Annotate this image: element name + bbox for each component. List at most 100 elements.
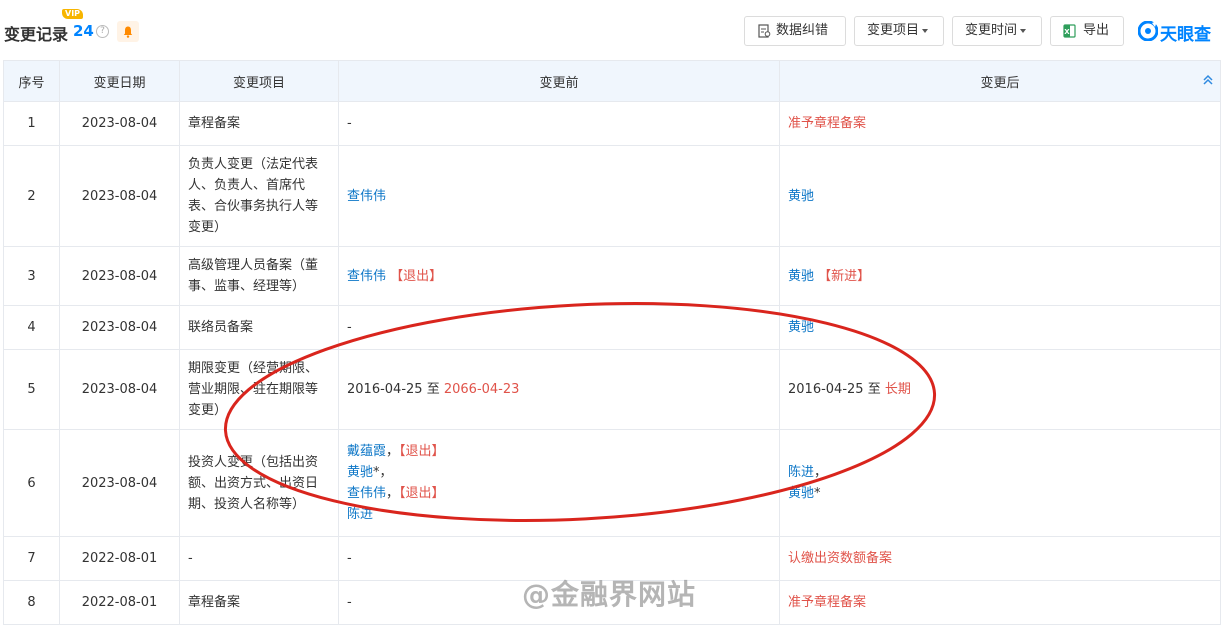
row-item: 投资人变更（包括出资额、出资方式、出资日期、投资人名称等） — [179, 429, 339, 537]
investor-line: 戴蕴霞，【退出】 — [347, 441, 771, 462]
change-time-label: 变更时间 — [965, 23, 1018, 38]
row-item: 章程备案 — [179, 580, 339, 625]
row-after: 准予章程备案 — [779, 580, 1221, 625]
row-before: 戴蕴霞，【退出】 黄驰*， 查伟伟，【退出】 陈进 — [338, 429, 780, 537]
col-header-date: 变更日期 — [59, 60, 180, 102]
table-row: 2 2023-08-04 负责人变更（法定代表人、负责人、首席代表、合伙事务执行… — [3, 145, 1221, 247]
row-item: - — [179, 536, 339, 581]
person-link[interactable]: 黄驰 — [788, 486, 814, 501]
row-date: 2023-08-04 — [59, 145, 180, 247]
row-index: 3 — [3, 246, 60, 306]
weibo-watermark: @金融界网站 — [522, 578, 697, 611]
row-date: 2023-08-04 — [59, 246, 180, 306]
col-header-before: 变更前 — [338, 60, 780, 102]
row-index: 4 — [3, 305, 60, 350]
investor-line: 陈进， — [788, 462, 1212, 483]
row-date: 2023-08-04 — [59, 429, 180, 537]
svg-text:X: X — [1064, 28, 1070, 36]
section-title: 变更记录 — [4, 25, 69, 44]
person-link[interactable]: 黄驰 — [788, 189, 814, 204]
row-date: 2023-08-04 — [59, 305, 180, 350]
vip-badge: VIP — [62, 9, 84, 19]
bell-icon[interactable] — [117, 21, 139, 42]
separator: * — [814, 486, 821, 501]
chevron-down-icon — [922, 28, 929, 33]
table-header-row: 序号 变更日期 变更项目 变更前 变更后 — [3, 60, 1221, 102]
help-icon[interactable]: ? — [96, 25, 109, 38]
person-link[interactable]: 查伟伟 — [347, 486, 386, 501]
record-count: 24 — [73, 22, 94, 40]
separator: ， — [814, 465, 828, 480]
period-end: 2066-04-23 — [443, 382, 520, 397]
row-item: 高级管理人员备案（董事、监事、经理等） — [179, 246, 339, 306]
chevron-down-icon — [1020, 28, 1027, 33]
row-item: 负责人变更（法定代表人、负责人、首席代表、合伙事务执行人等变更） — [179, 145, 339, 247]
person-link[interactable]: 黄驰 — [347, 465, 373, 480]
person-link[interactable]: 查伟伟 — [347, 189, 386, 204]
row-item: 联络员备案 — [179, 305, 339, 350]
row-before: - — [338, 305, 780, 350]
row-date: 2022-08-01 — [59, 580, 180, 625]
row-date: 2023-08-04 — [59, 349, 180, 430]
row-index: 1 — [3, 101, 60, 146]
eye-logo-icon — [1138, 21, 1158, 41]
row-after: 准予章程备案 — [779, 101, 1221, 146]
person-link[interactable]: 黄驰 — [788, 269, 814, 284]
change-item-dropdown[interactable]: 变更项目 — [854, 16, 944, 46]
collapse-up-icon[interactable] — [1202, 74, 1214, 86]
document-edit-icon — [758, 24, 771, 38]
separator: ， — [386, 444, 400, 459]
row-date: 2023-08-04 — [59, 101, 180, 146]
row-after: 陈进， 黄驰* — [779, 429, 1221, 537]
row-before: - — [338, 101, 780, 146]
period-end: 长期 — [884, 382, 911, 397]
separator: ， — [386, 486, 400, 501]
investor-line: 陈进 — [347, 504, 771, 525]
row-index: 5 — [3, 349, 60, 430]
period-sep: 至 — [867, 382, 881, 397]
person-link[interactable]: 陈进 — [788, 465, 814, 480]
table-row: 5 2023-08-04 期限变更（经营期限、营业期限、驻在期限等变更） 201… — [3, 349, 1221, 430]
section-header: 变更记录 VIP 24 ? 数据纠错 变更项目 变更时间 X 导出 天眼查 — [0, 0, 1230, 60]
row-index: 6 — [3, 429, 60, 537]
export-button[interactable]: X 导出 — [1050, 16, 1124, 46]
col-header-after-label: 变更后 — [980, 75, 1020, 91]
table-row: 3 2023-08-04 高级管理人员备案（董事、监事、经理等） 查伟伟 【退出… — [3, 246, 1221, 306]
change-item-label: 变更项目 — [867, 23, 920, 38]
change-time-dropdown[interactable]: 变更时间 — [952, 16, 1042, 46]
exit-tag: 【退出】 — [390, 268, 443, 284]
investor-line: 查伟伟，【退出】 — [347, 483, 771, 504]
excel-icon: X — [1063, 24, 1076, 38]
exit-tag: 【退出】 — [399, 444, 445, 459]
table-row: 1 2023-08-04 章程备案 - 准予章程备案 — [3, 101, 1221, 146]
person-link[interactable]: 查伟伟 — [347, 269, 386, 284]
period-start: 2016-04-25 — [788, 382, 864, 397]
change-records-table: 序号 变更日期 变更项目 变更前 变更后 1 2023-08-04 章程备案 -… — [3, 60, 1221, 625]
table-row: 6 2023-08-04 投资人变更（包括出资额、出资方式、出资日期、投资人名称… — [3, 429, 1221, 537]
table-row: 4 2023-08-04 联络员备案 - 黄驰 — [3, 305, 1221, 350]
period-start: 2016-04-25 — [347, 382, 423, 397]
period-sep: 至 — [426, 382, 440, 397]
exit-tag: 【退出】 — [399, 486, 445, 501]
new-tag: 【新进】 — [818, 268, 871, 284]
row-date: 2022-08-01 — [59, 536, 180, 581]
person-link[interactable]: 黄驰 — [788, 320, 814, 335]
person-link[interactable]: 戴蕴霞 — [347, 444, 386, 459]
col-header-after: 变更后 — [779, 60, 1221, 102]
export-label: 导出 — [1083, 23, 1110, 38]
brand-name: 天眼查 — [1160, 25, 1211, 45]
data-correction-label: 数据纠错 — [776, 23, 829, 38]
investor-line: 黄驰*， — [347, 462, 771, 483]
row-index: 7 — [3, 536, 60, 581]
row-item: 期限变更（经营期限、营业期限、驻在期限等变更） — [179, 349, 339, 430]
separator: *， — [373, 465, 393, 480]
investor-line: 黄驰* — [788, 483, 1212, 504]
row-after: 认缴出资数额备案 — [779, 536, 1221, 581]
person-link[interactable]: 陈进 — [347, 507, 373, 522]
row-index: 8 — [3, 580, 60, 625]
row-item: 章程备案 — [179, 101, 339, 146]
col-header-index: 序号 — [3, 60, 60, 102]
data-correction-button[interactable]: 数据纠错 — [744, 16, 846, 46]
col-header-item: 变更项目 — [179, 60, 339, 102]
row-index: 2 — [3, 145, 60, 247]
